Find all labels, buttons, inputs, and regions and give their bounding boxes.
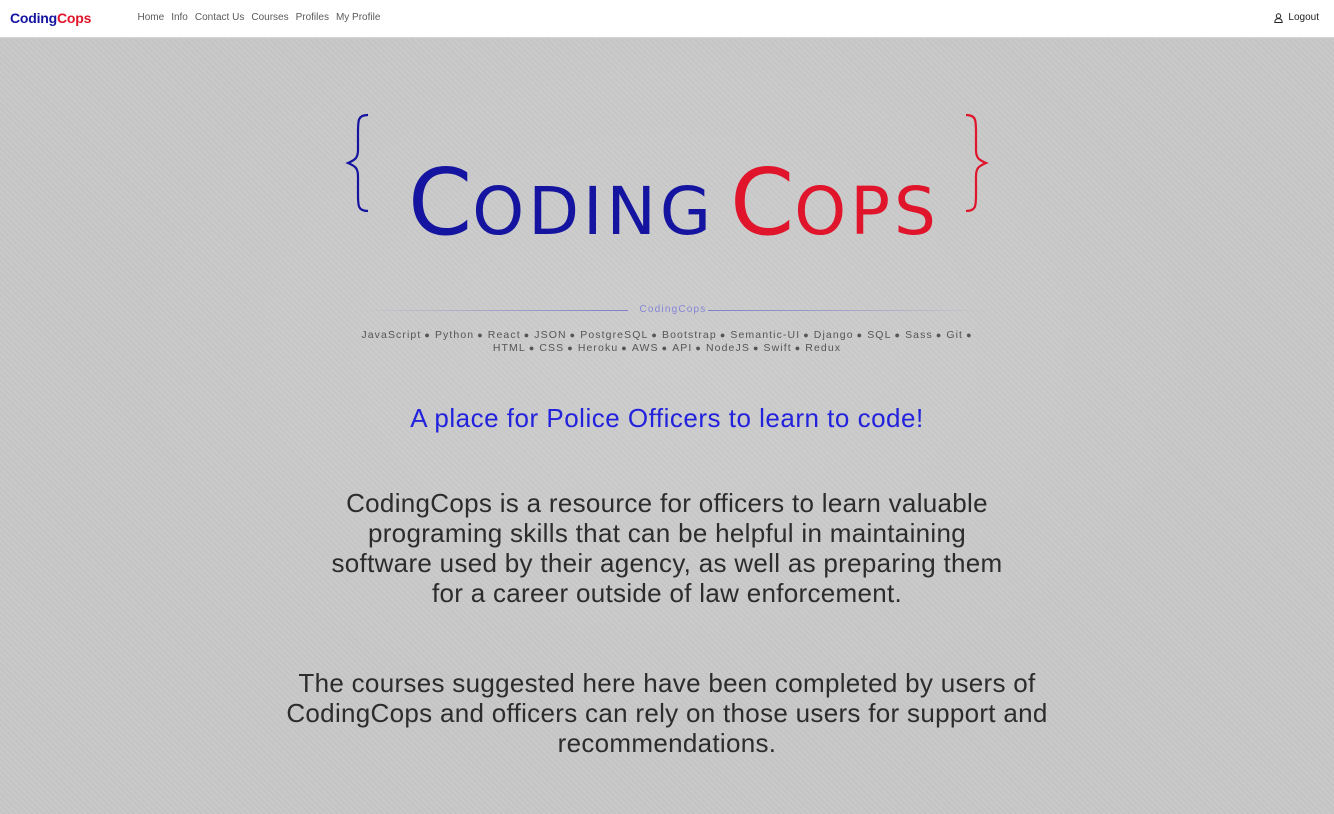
logo-word-cops: COPS <box>730 149 940 256</box>
bullet-dot-icon: ● <box>803 330 810 340</box>
bullet-dot-icon: ● <box>651 330 658 340</box>
tech-item: JavaScript ● <box>361 329 431 341</box>
bullet-dot-icon: ● <box>935 330 943 340</box>
left-brace-icon <box>345 113 369 213</box>
intro-line: software used by their agency, as well a… <box>331 548 1003 578</box>
tech-item: NodeJS ● <box>705 342 760 354</box>
section-divider: CodingCops <box>360 303 986 317</box>
user-icon <box>1274 13 1284 23</box>
tech-list-line-2: HTML ● CSS ● Heroku ● AWS ● API ● NodeJS ● Swift ● Red… <box>340 342 994 355</box>
nav-link-profiles[interactable]: Profiles <box>292 11 332 25</box>
tech-item: HTML ● <box>492 342 536 354</box>
logout-button[interactable]: Logout <box>1274 11 1319 25</box>
top-navbar: CodingCops Home Info Contact Us Courses … <box>0 0 1334 38</box>
nav-link-contact-us[interactable]: Contact Us <box>191 11 247 25</box>
tech-item: Git ● <box>946 329 973 341</box>
bullet-dot-icon: ● <box>695 343 702 353</box>
intro-line: for a career outside of law enforcement. <box>431 578 903 608</box>
tech-item: Heroku ● <box>577 342 628 354</box>
tech-item: Django ● <box>813 329 864 341</box>
nav-links: Home Info Contact Us Courses Profiles My… <box>134 11 384 25</box>
tech-item: SQL ● <box>867 329 902 341</box>
bullet-dot-icon: ● <box>569 330 577 340</box>
bullet-dot-icon: ● <box>477 330 484 340</box>
codingcops-hero-logo: CODING COPS <box>345 113 989 256</box>
tech-item: React ● <box>487 329 531 341</box>
divider-line-right <box>708 310 986 311</box>
bullet-dot-icon: ● <box>966 330 973 340</box>
tech-item: CSS ● <box>539 342 574 354</box>
tech-item: Semantic-UI ● <box>730 329 810 341</box>
tech-item: Swift ● <box>763 342 802 354</box>
bullet-dot-icon: ● <box>621 343 628 353</box>
bullet-dot-icon: ● <box>752 343 760 353</box>
tech-list: JavaScript ● Python ● React ● JSON ● PostgreSQL ●… <box>340 329 994 355</box>
courses-line: CodingCops and officers can rely on thos… <box>286 698 1048 728</box>
tech-item: API ● <box>672 342 702 354</box>
tech-item: Bootstrap ● <box>661 329 727 341</box>
brand-part-coding: Coding <box>10 10 58 26</box>
tech-item: PostgreSQL ● <box>580 329 658 341</box>
nav-link-courses[interactable]: Courses <box>248 11 292 25</box>
tech-list-line-1: JavaScript ● Python ● React ● JSON ● PostgreSQL ●… <box>340 329 994 342</box>
brand-logo[interactable]: CodingCops <box>10 9 91 27</box>
intro-line: CodingCops is a resource for officers to… <box>346 488 988 518</box>
nav-link-info[interactable]: Info <box>168 11 192 25</box>
bullet-dot-icon: ● <box>567 343 574 353</box>
bullet-dot-icon: ● <box>424 330 431 340</box>
courses-line: The courses suggested here have been com… <box>298 668 1036 698</box>
hero-tagline: A place for Police Officers to learn to … <box>410 403 924 433</box>
intro-paragraph: CodingCops is a resource for officers to… <box>0 488 1334 608</box>
tech-item: Python ● <box>434 329 484 341</box>
tech-item: Sass ● <box>905 329 943 341</box>
intro-line: programing skills that can be helpful in… <box>367 518 967 548</box>
bullet-dot-icon: ● <box>661 343 669 353</box>
tech-item: JSON ● <box>534 329 577 341</box>
nav-link-my-profile[interactable]: My Profile <box>332 11 383 25</box>
nav-link-home[interactable]: Home <box>134 11 168 25</box>
bullet-dot-icon: ● <box>528 343 536 353</box>
bullet-dot-icon: ● <box>856 330 864 340</box>
bullet-dot-icon: ● <box>523 330 531 340</box>
brand-part-cops: Cops <box>57 10 92 26</box>
logo-word-coding: CODING <box>408 149 715 256</box>
tech-item: Redux <box>805 342 842 354</box>
courses-line: recommendations. <box>557 728 777 758</box>
bullet-dot-icon: ● <box>719 330 727 340</box>
bullet-dot-icon: ● <box>794 343 802 353</box>
right-brace-icon <box>965 113 989 213</box>
bullet-dot-icon: ● <box>894 330 902 340</box>
tech-item: AWS ● <box>631 342 669 354</box>
courses-paragraph: The courses suggested here have been com… <box>0 668 1334 758</box>
logout-label: Logout <box>1288 12 1319 23</box>
